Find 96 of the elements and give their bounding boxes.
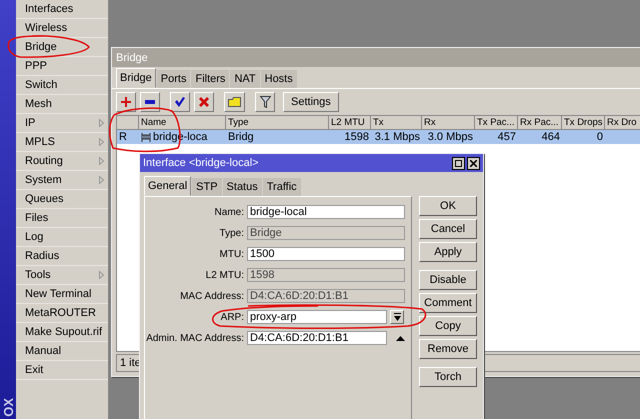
tab[interactable]: Ports	[156, 70, 190, 88]
remove-button[interactable]	[140, 92, 160, 112]
menu-item[interactable]: Exit	[16, 361, 108, 380]
disable-button[interactable]	[194, 92, 214, 112]
field-label: MAC Address:	[179, 290, 244, 302]
field-label: MTU:	[218, 248, 244, 260]
menu-item[interactable]: New Terminal	[16, 285, 108, 304]
dialog-button[interactable]: Apply	[419, 242, 477, 262]
maximize-icon	[455, 160, 462, 166]
menu-item[interactable]: PPP	[16, 57, 108, 76]
tab[interactable]: Filters	[191, 70, 230, 88]
tab[interactable]: NAT	[230, 70, 260, 88]
tab[interactable]: Hosts	[260, 70, 297, 88]
dialog-button[interactable]: Copy	[419, 316, 477, 336]
column-header[interactable]: Name	[139, 116, 226, 130]
dropdown-button[interactable]	[390, 310, 404, 324]
enable-button[interactable]	[170, 92, 190, 112]
table-cell-text: 3.1 Mbps	[374, 130, 421, 144]
window-title: Bridge	[112, 48, 640, 67]
table-cell-text: 457	[496, 130, 517, 144]
column-header[interactable]: L2 MTU	[329, 116, 371, 130]
table-cell-text: Bridg	[227, 130, 255, 144]
tab[interactable]: General	[144, 176, 192, 196]
maximize-button[interactable]	[452, 156, 465, 170]
menu-item[interactable]: MetaROUTER	[16, 304, 108, 323]
check-icon	[175, 97, 185, 107]
submenu-arrow-icon	[99, 176, 104, 184]
column-header[interactable]: Rx Pac...	[518, 116, 562, 130]
close-button[interactable]	[467, 156, 480, 170]
table-cell-text: 464	[540, 130, 561, 144]
text-field[interactable]: 1500	[247, 247, 405, 261]
filter-button[interactable]	[255, 92, 275, 112]
dialog-button[interactable]: Disable	[419, 270, 477, 290]
tab[interactable]: STP	[192, 178, 222, 196]
menu-item[interactable]: Files	[16, 209, 108, 228]
field-label: L2 MTU:	[204, 270, 244, 280]
submenu-arrow-icon	[99, 119, 104, 127]
readonly-field: D4:CA:6D:20:D1:B1	[247, 289, 405, 303]
settings-button[interactable]: Settings	[283, 92, 339, 112]
bridge-icon	[141, 132, 151, 142]
dialog-title: Interface <bridge-local>	[143, 157, 259, 169]
field-label: Admin. MAC Address:	[145, 332, 244, 344]
field-label: Name:	[214, 206, 244, 218]
dropdown-field[interactable]: proxy-arp	[247, 310, 387, 324]
down-arrow-icon	[394, 313, 400, 321]
column-header[interactable]: Tx Drops	[562, 116, 605, 130]
menu-item[interactable]: System	[16, 171, 108, 190]
tab[interactable]: Bridge	[116, 68, 156, 88]
dialog-button[interactable]: OK	[419, 196, 477, 216]
submenu-arrow-icon	[99, 157, 104, 165]
column-header[interactable]: Type	[226, 116, 329, 130]
column-header[interactable]: Tx Pac...	[475, 116, 518, 130]
dialog-button[interactable]: Comment	[419, 293, 477, 313]
readonly-field: 1598	[247, 268, 405, 282]
dialog-button[interactable]: Cancel	[419, 219, 477, 239]
menu-item[interactable]: Interfaces	[16, 0, 108, 19]
menu-item[interactable]: IP	[16, 114, 108, 133]
minus-icon	[145, 100, 155, 104]
menu-item[interactable]: Switch	[16, 76, 108, 95]
field-label: Type:	[218, 228, 244, 238]
text-field[interactable]: D4:CA:6D:20:D1:B1	[247, 331, 387, 345]
close-icon	[470, 160, 477, 166]
table-cell-text: 3.0 Mbps	[426, 130, 474, 144]
menu-item[interactable]: Tools	[16, 266, 108, 285]
text-field[interactable]: bridge-local	[247, 205, 405, 219]
submenu-arrow-icon	[99, 271, 104, 279]
app-brand: OX	[0, 398, 16, 417]
add-button[interactable]	[116, 92, 136, 112]
comment-button[interactable]	[224, 92, 245, 112]
menu-item[interactable]: Wireless	[16, 19, 108, 38]
table-cell-text: R	[118, 130, 128, 144]
menu-item[interactable]: Queues	[16, 190, 108, 209]
dialog-button[interactable]: Torch	[419, 367, 477, 387]
menu-item[interactable]: Manual	[16, 342, 108, 361]
filter-icon	[260, 96, 270, 108]
menu-item[interactable]: Mesh	[16, 95, 108, 114]
menu-item[interactable]: Log	[16, 228, 108, 247]
menu-item[interactable]: Bridge	[16, 38, 108, 57]
menu-item[interactable]: Make Supout.rif	[16, 323, 108, 342]
menu-item[interactable]: MPLS	[16, 133, 108, 152]
column-header[interactable]: Tx	[371, 116, 422, 130]
readonly-field: Bridge	[247, 226, 405, 240]
cross-icon	[199, 97, 209, 107]
up-arrow-icon[interactable]	[396, 336, 405, 340]
table-cell-text: 1598	[344, 130, 370, 144]
field-label: ARP:	[220, 312, 244, 322]
menu-item[interactable]: Radius	[16, 247, 108, 266]
dialog-button[interactable]: Remove	[419, 339, 477, 359]
plus-icon	[121, 97, 131, 107]
tab[interactable]: Traffic	[262, 178, 301, 196]
column-header[interactable]: Rx Dro	[605, 116, 640, 130]
tab[interactable]: Status	[222, 178, 262, 196]
menu-item[interactable]: Routing	[16, 152, 108, 171]
submenu-arrow-icon	[99, 138, 104, 146]
table-cell-text: 0	[596, 130, 604, 144]
column-header[interactable]: Rx	[422, 116, 475, 130]
